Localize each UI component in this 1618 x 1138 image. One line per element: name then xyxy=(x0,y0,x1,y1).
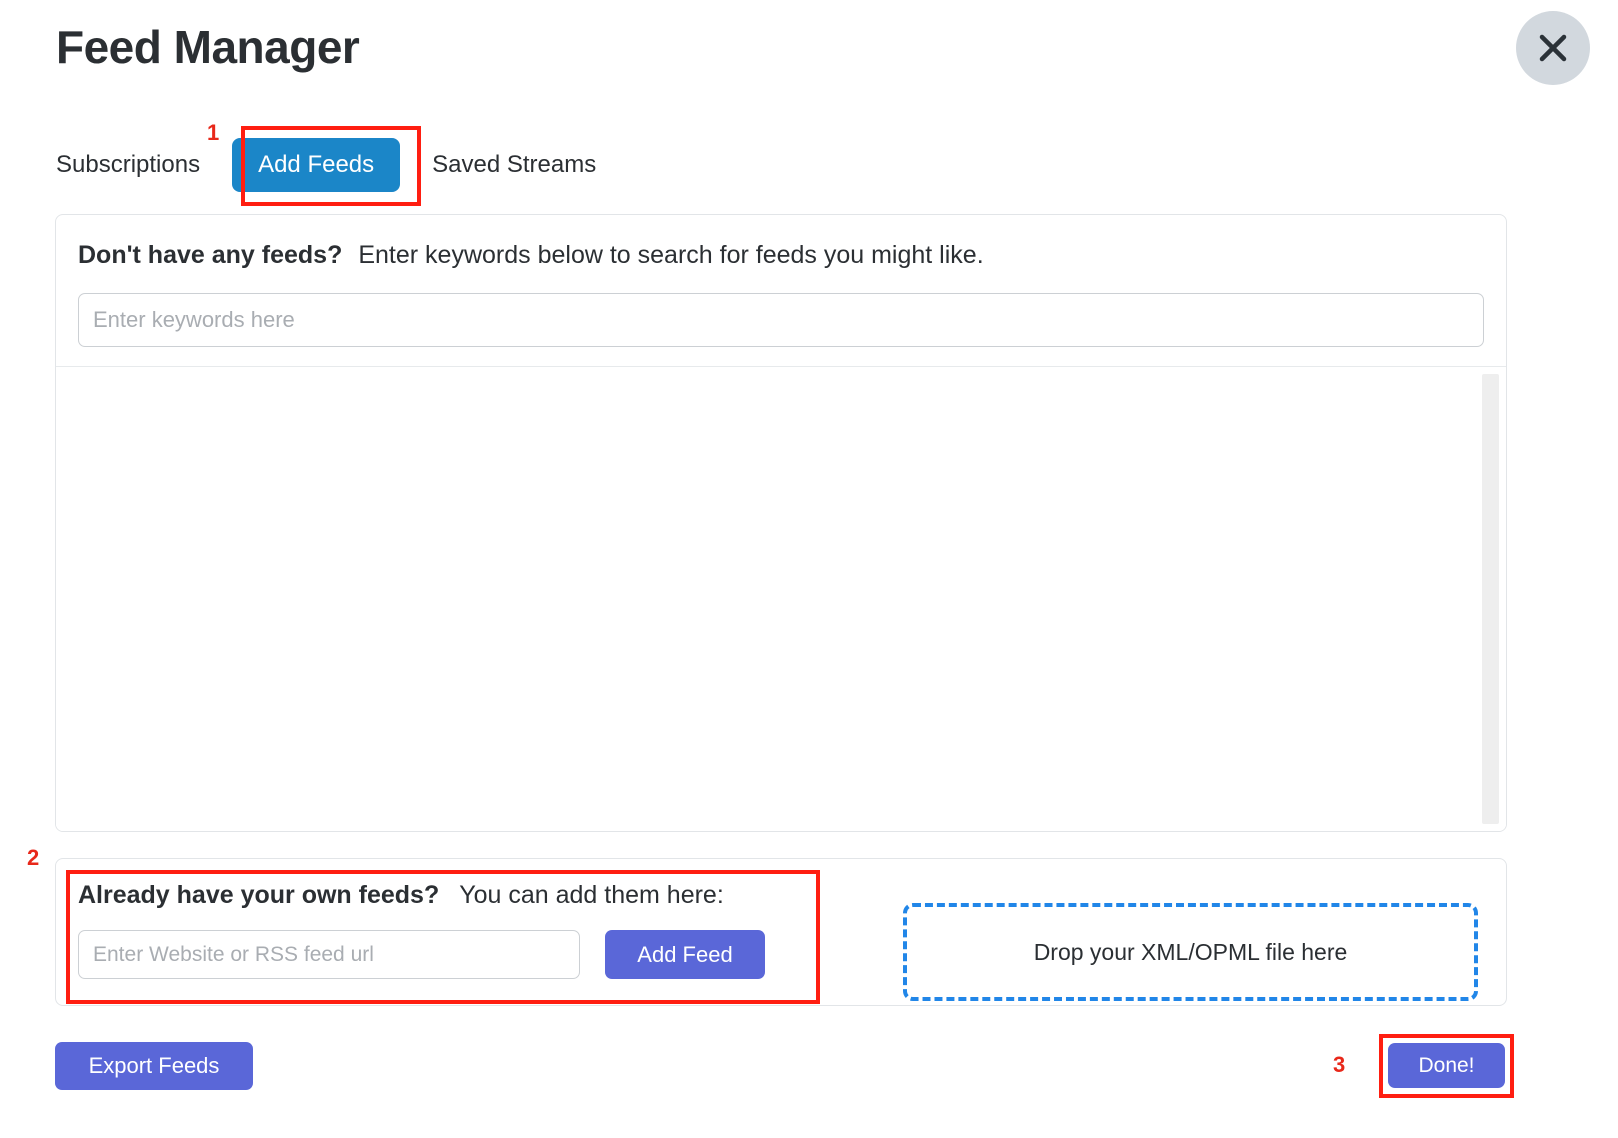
done-button[interactable]: Done! xyxy=(1388,1043,1505,1088)
search-feeds-card: Don't have any feeds? Enter keywords bel… xyxy=(55,214,1507,832)
close-icon xyxy=(1536,31,1570,65)
tab-saved-streams[interactable]: Saved Streams xyxy=(432,153,596,177)
step-marker-2: 2 xyxy=(27,845,40,870)
search-heading-rest: Enter keywords below to search for feeds… xyxy=(358,241,984,269)
own-feeds-card: Already have your own feeds? You can add… xyxy=(55,858,1507,1006)
own-feeds-heading: Already have your own feeds? You can add… xyxy=(78,881,724,910)
search-results-area xyxy=(56,366,1506,831)
search-heading: Don't have any feeds? Enter keywords bel… xyxy=(78,241,1484,270)
page-title: Feed Manager xyxy=(56,21,360,73)
results-scrollbar[interactable] xyxy=(1482,374,1499,824)
opml-dropzone-label: Drop your XML/OPML file here xyxy=(1033,938,1348,965)
step-marker-1: 1 xyxy=(207,120,220,145)
feed-manager-dialog: Feed Manager Subscriptions Add Feeds Sav… xyxy=(0,0,1618,1138)
own-feeds-heading-rest: You can add them here: xyxy=(459,881,724,909)
step-marker-3: 3 xyxy=(1333,1052,1346,1077)
tab-subscriptions[interactable]: Subscriptions xyxy=(56,153,200,177)
search-heading-strong: Don't have any feeds? xyxy=(78,241,343,269)
keyword-search-input[interactable] xyxy=(78,293,1484,347)
tab-add-feeds[interactable]: Add Feeds xyxy=(232,138,401,192)
export-feeds-button[interactable]: Export Feeds xyxy=(55,1042,253,1090)
add-feed-button[interactable]: Add Feed xyxy=(605,930,765,979)
own-feeds-heading-strong: Already have your own feeds? xyxy=(78,881,440,909)
close-button[interactable] xyxy=(1516,11,1590,85)
feed-url-input[interactable] xyxy=(78,930,580,979)
tab-bar: Subscriptions Add Feeds Saved Streams xyxy=(56,138,596,192)
opml-dropzone[interactable]: Drop your XML/OPML file here xyxy=(903,903,1478,1001)
